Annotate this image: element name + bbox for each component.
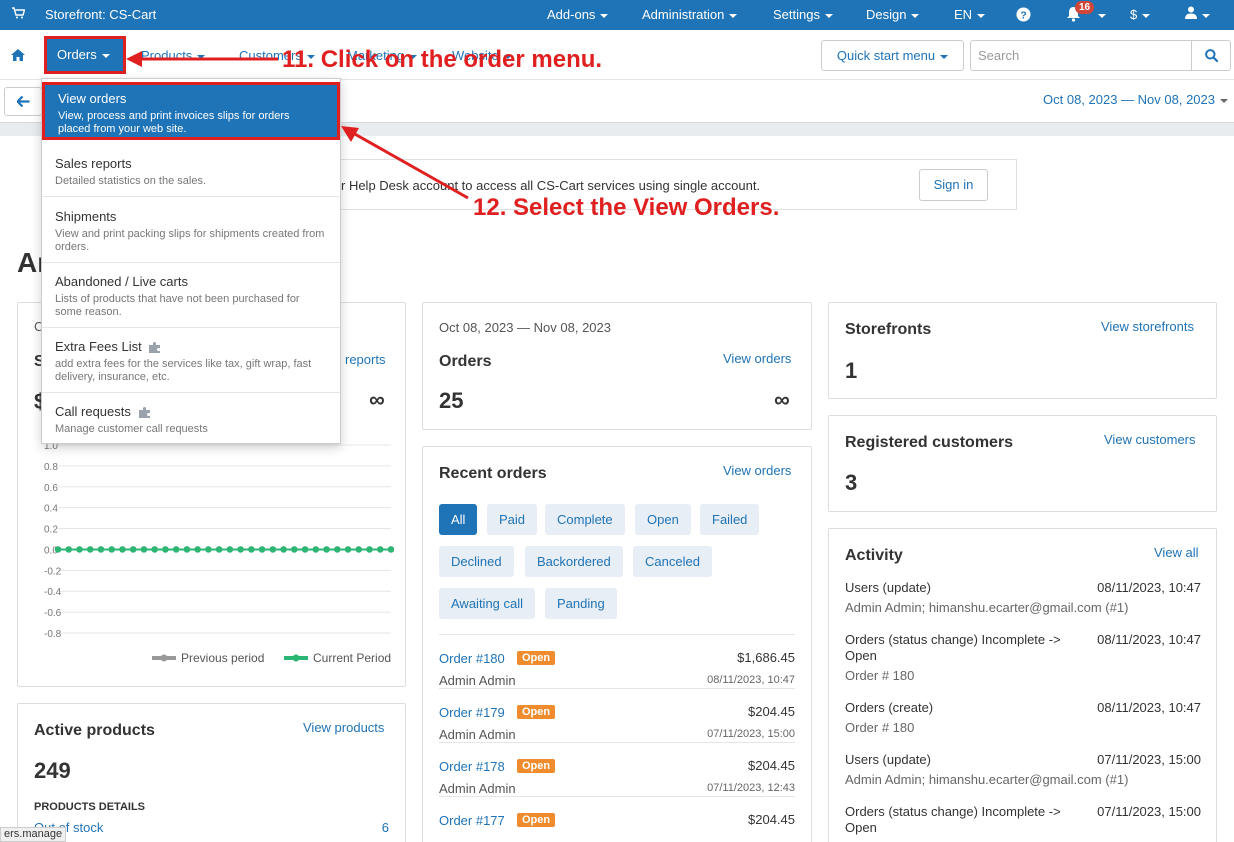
arrow-head-icon <box>126 51 142 67</box>
annotation-arrow-step12 <box>352 131 469 200</box>
status-bar-url: ers.manage <box>0 827 67 842</box>
annotation-arrows <box>126 51 469 200</box>
annotation-step12: 12. Select the View Orders. <box>473 194 780 221</box>
annotation-step11: 11. Click on the order menu. <box>282 46 603 73</box>
